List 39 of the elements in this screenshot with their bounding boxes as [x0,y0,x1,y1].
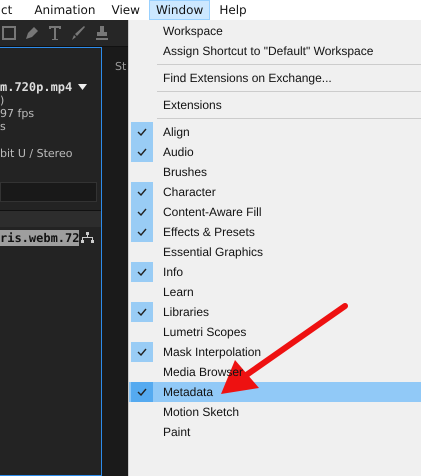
audio-info-text: bit U / Stereo [0,147,74,160]
dropdown-caret-icon[interactable] [78,84,88,90]
menu-bar-item[interactable]: Animation [27,0,102,20]
menu-bar-item[interactable]: Window [148,0,210,20]
menu-item[interactable]: Motion Sketch [129,402,421,422]
pen-tool-icon[interactable] [24,25,40,41]
menu-bar-item[interactable]: Help [212,0,254,20]
menu-item[interactable]: Find Extensions on Exchange... [129,68,421,88]
menu-item[interactable]: Learn [129,282,421,302]
file-name: m.720p.mp4 [0,80,72,94]
file-info-text: 97 fps [0,107,36,120]
file-info-text: ) [0,94,6,107]
selected-item[interactable]: ris.webm.72 [0,230,80,246]
menu-item[interactable]: Mask Interpolation [129,342,421,362]
menu-bar-item[interactable]: View [104,0,147,20]
menu-item[interactable]: Extensions [129,95,421,115]
file-info-text: s [0,120,7,133]
menu-item[interactable]: Metadata [129,382,421,402]
menu-item[interactable]: Audio [129,142,421,162]
panel-tab[interactable]: St [115,60,126,73]
rectangle-tool-icon[interactable] [2,26,16,40]
menu-item[interactable]: Content-Aware Fill [129,202,421,222]
hierarchy-icon [81,232,94,244]
menu-item[interactable]: Libraries [129,302,421,322]
menu-bar-item[interactable]: ct [0,0,20,20]
menu-item[interactable]: Essential Graphics [129,242,421,262]
menu-item[interactable]: Align [129,122,421,142]
type-tool-icon[interactable] [48,25,62,41]
menu-item[interactable]: Info [129,262,421,282]
menu-item[interactable]: Assign Shortcut to "Default" Workspace [129,41,421,61]
menu-item[interactable]: Lumetri Scopes [129,322,421,342]
menu-item[interactable]: Effects & Presets [129,222,421,242]
search-field[interactable] [0,182,97,202]
stamp-tool-icon[interactable] [94,25,110,41]
brush-tool-icon[interactable] [70,25,86,41]
menu-item[interactable]: Paint [129,422,421,442]
menu-item[interactable]: Brushes [129,162,421,182]
menu-item[interactable]: Workspace [129,21,421,41]
menu-item[interactable]: Character [129,182,421,202]
